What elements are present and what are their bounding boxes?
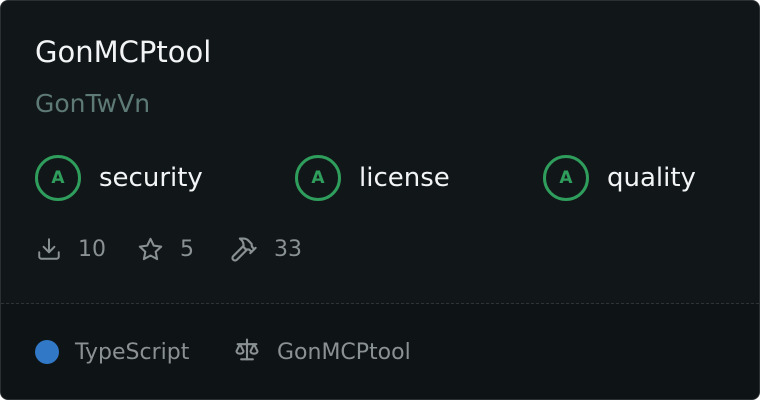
- security-grade-badge: A: [35, 155, 81, 201]
- language-color-dot: [35, 340, 59, 364]
- security-label: security: [99, 163, 203, 193]
- download-icon: [36, 236, 62, 262]
- tools-count: 33: [274, 236, 302, 262]
- tools-stat: 33: [229, 234, 302, 264]
- scale-icon: [233, 336, 261, 368]
- license-name[interactable]: GonMCPtool: [277, 340, 411, 365]
- hammer-icon: [229, 235, 258, 264]
- downloads-stat: 10: [36, 234, 106, 264]
- repo-title[interactable]: GonMCPtool: [35, 35, 211, 70]
- repo-owner[interactable]: GonTwVn: [35, 89, 150, 119]
- star-icon: [137, 236, 164, 263]
- language-name: TypeScript: [75, 339, 190, 365]
- license-score: A license: [295, 155, 450, 201]
- card-footer: TypeScript GonMCPtool: [1, 304, 759, 399]
- quality-label: quality: [607, 163, 696, 193]
- license-label: license: [359, 163, 450, 193]
- stars-stat: 5: [137, 234, 194, 264]
- license-grade-badge: A: [295, 155, 341, 201]
- security-score: A security: [35, 155, 203, 201]
- stars-count: 5: [180, 236, 194, 262]
- license-info: GonMCPtool: [233, 337, 411, 367]
- quality-score: A quality: [543, 155, 696, 201]
- repo-card[interactable]: GonMCPtool GonTwVn A security A license …: [0, 0, 760, 400]
- language-info: TypeScript: [35, 337, 189, 367]
- downloads-count: 10: [78, 236, 106, 262]
- quality-grade-badge: A: [543, 155, 589, 201]
